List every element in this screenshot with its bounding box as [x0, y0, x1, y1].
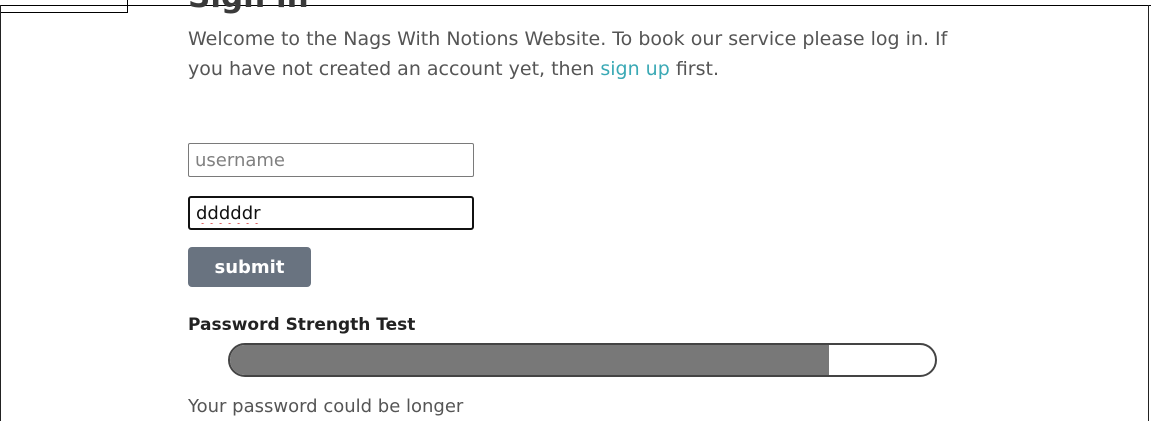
password-input[interactable] — [188, 196, 474, 230]
username-input[interactable] — [188, 143, 474, 177]
left-border — [0, 5, 1, 421]
password-strength-message: Your password could be longer — [188, 396, 464, 417]
password-strength-meter — [228, 343, 937, 377]
top-border — [0, 5, 1151, 6]
sign-up-link[interactable]: sign up — [600, 58, 669, 80]
page-title: Sign in — [188, 0, 309, 14]
password-strength-fill — [230, 345, 830, 375]
top-tab-fragment — [0, 0, 128, 13]
right-border — [1148, 5, 1149, 421]
intro-text-end: first. — [669, 58, 720, 80]
password-strength-heading: Password Strength Test — [188, 315, 416, 335]
intro-text: Welcome to the Nags With Notions Website… — [188, 24, 948, 84]
submit-button[interactable]: submit — [188, 247, 311, 287]
intro-text-start: Welcome to the Nags With Notions Website… — [188, 28, 948, 80]
